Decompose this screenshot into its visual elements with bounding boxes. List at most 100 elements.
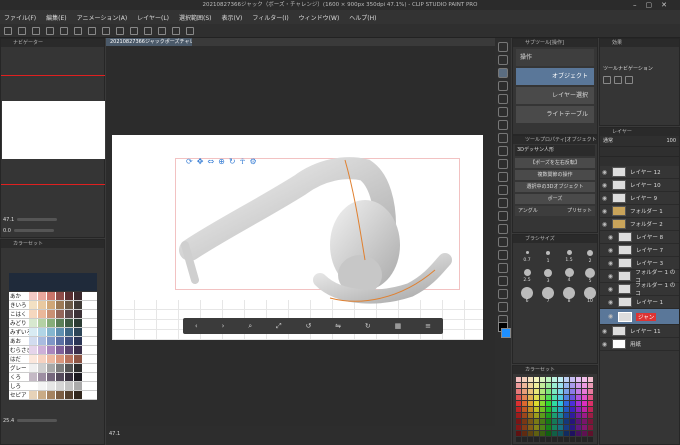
palette-swatch[interactable] [534, 437, 539, 442]
palette-swatch[interactable] [516, 437, 521, 442]
brush-size-cell[interactable]: 0.7 [518, 247, 536, 264]
palette-swatch[interactable] [528, 401, 533, 406]
palette-swatch[interactable] [582, 395, 587, 400]
3d-figure[interactable] [170, 150, 470, 320]
palette-swatch[interactable] [546, 407, 551, 412]
brush-size-cell[interactable]: 5 [581, 267, 599, 284]
pen-tool-icon[interactable] [498, 133, 508, 143]
brush-size-cell[interactable]: 2.5 [518, 267, 536, 284]
palette-swatch[interactable] [576, 407, 581, 412]
subtool-object[interactable]: オブジェクト [516, 68, 594, 85]
colorset-row[interactable]: むらさき [9, 346, 97, 355]
palette-swatch[interactable] [522, 419, 527, 424]
eye-icon[interactable]: ◉ [600, 328, 609, 335]
palette-swatch[interactable] [522, 383, 527, 388]
palette-swatch[interactable] [588, 389, 593, 394]
zoom-icon[interactable]: ⌕ [248, 322, 252, 331]
palette-swatch[interactable] [570, 377, 575, 382]
palette-swatch[interactable] [570, 389, 575, 394]
palette-swatch[interactable] [558, 413, 563, 418]
palette-swatch[interactable] [534, 377, 539, 382]
menu-help[interactable]: ヘルプ(H) [349, 13, 376, 22]
palette-swatch[interactable] [516, 377, 521, 382]
palette-swatch[interactable] [528, 437, 533, 442]
palette-swatch[interactable] [522, 395, 527, 400]
palette-swatch[interactable] [564, 431, 569, 436]
palette-swatch[interactable] [588, 425, 593, 430]
menu-edit[interactable]: 編集(E) [46, 13, 66, 22]
palette-swatch[interactable] [534, 419, 539, 424]
canvas-tab[interactable]: 20210827366ジャックポーズチャレンジ [106, 38, 192, 46]
sub-color-swatch[interactable] [501, 328, 511, 338]
colorset-row[interactable]: きいろ [9, 301, 97, 310]
clear-icon[interactable] [74, 26, 82, 35]
palette-swatch[interactable] [546, 401, 551, 406]
palette-swatch[interactable] [558, 395, 563, 400]
colorset-row[interactable]: みどり [9, 319, 97, 328]
palette-swatch[interactable] [540, 413, 545, 418]
colorset-row[interactable]: こはく [9, 310, 97, 319]
palette-swatch[interactable] [570, 395, 575, 400]
colorset-zoom[interactable]: 25.4 [3, 418, 14, 424]
crop-icon[interactable] [130, 26, 138, 35]
colorset-slider[interactable] [17, 419, 58, 422]
palette-swatch[interactable] [546, 395, 551, 400]
eye-icon[interactable]: ◉ [600, 169, 609, 176]
eye-icon[interactable]: ◉ [606, 299, 615, 306]
airbrush-tool-icon[interactable] [498, 172, 508, 182]
menu-animation[interactable]: アニメーション(A) [77, 13, 128, 22]
eye-icon[interactable]: ◉ [606, 286, 615, 293]
ruler-tool-icon[interactable] [498, 276, 508, 286]
pose-button[interactable]: ポーズ [515, 194, 595, 204]
opacity-value[interactable]: 100 [666, 136, 676, 146]
palette-swatch[interactable] [528, 407, 533, 412]
palette-swatch[interactable] [558, 425, 563, 430]
palette-swatch[interactable] [528, 431, 533, 436]
palette-swatch[interactable] [546, 389, 551, 394]
palette-swatch[interactable] [540, 425, 545, 430]
palette-swatch[interactable] [588, 431, 593, 436]
undo-icon[interactable] [46, 26, 54, 35]
eye-icon[interactable]: ◉ [606, 313, 615, 320]
subtool-layer-select[interactable]: レイヤー選択 [516, 87, 594, 104]
snap-ruler-icon[interactable] [158, 26, 166, 35]
palette-swatch[interactable] [582, 413, 587, 418]
palette-swatch[interactable] [588, 413, 593, 418]
palette-swatch[interactable] [558, 431, 563, 436]
menu-icon[interactable]: ≡ [425, 322, 431, 330]
palette-swatch[interactable] [516, 413, 521, 418]
blend-tool-icon[interactable] [498, 211, 508, 221]
brush-size-cell[interactable]: 2 [581, 247, 599, 264]
brush-tool-icon[interactable] [498, 159, 508, 169]
palette-swatch[interactable] [582, 437, 587, 442]
colorset-row[interactable]: セピア [9, 391, 97, 400]
preset-label[interactable]: プリセット [567, 206, 592, 216]
colorset-row[interactable]: あか [9, 292, 97, 301]
palette-swatch[interactable] [558, 419, 563, 424]
eye-icon[interactable]: ◉ [606, 260, 615, 267]
colorset-row[interactable]: あお [9, 337, 97, 346]
palette-swatch[interactable] [516, 425, 521, 430]
menu-window[interactable]: ウィンドウ(W) [299, 13, 340, 22]
palette-swatch[interactable] [564, 401, 569, 406]
palette-swatch[interactable] [516, 389, 521, 394]
palette-swatch[interactable] [588, 437, 593, 442]
palette-swatch[interactable] [540, 395, 545, 400]
palette-swatch[interactable] [522, 389, 527, 394]
frame-tool-icon[interactable] [498, 263, 508, 273]
palette-swatch[interactable] [588, 407, 593, 412]
navigator-preview[interactable] [2, 101, 105, 159]
menu-view[interactable]: 表示(V) [222, 13, 243, 22]
palette-swatch[interactable] [576, 377, 581, 382]
menu-file[interactable]: ファイル(F) [4, 13, 36, 22]
palette-swatch[interactable] [546, 437, 551, 442]
palette-swatch[interactable] [540, 389, 545, 394]
hand-tool-icon[interactable] [498, 55, 508, 65]
eye-icon[interactable]: ◉ [600, 182, 609, 189]
palette-swatch[interactable] [516, 401, 521, 406]
palette-swatch[interactable] [552, 431, 557, 436]
layer-row[interactable]: ◉ レイヤー 12 [600, 166, 679, 179]
eye-icon[interactable]: ◉ [600, 208, 609, 215]
pencil-tool-icon[interactable] [498, 146, 508, 156]
palette-swatch[interactable] [540, 383, 545, 388]
